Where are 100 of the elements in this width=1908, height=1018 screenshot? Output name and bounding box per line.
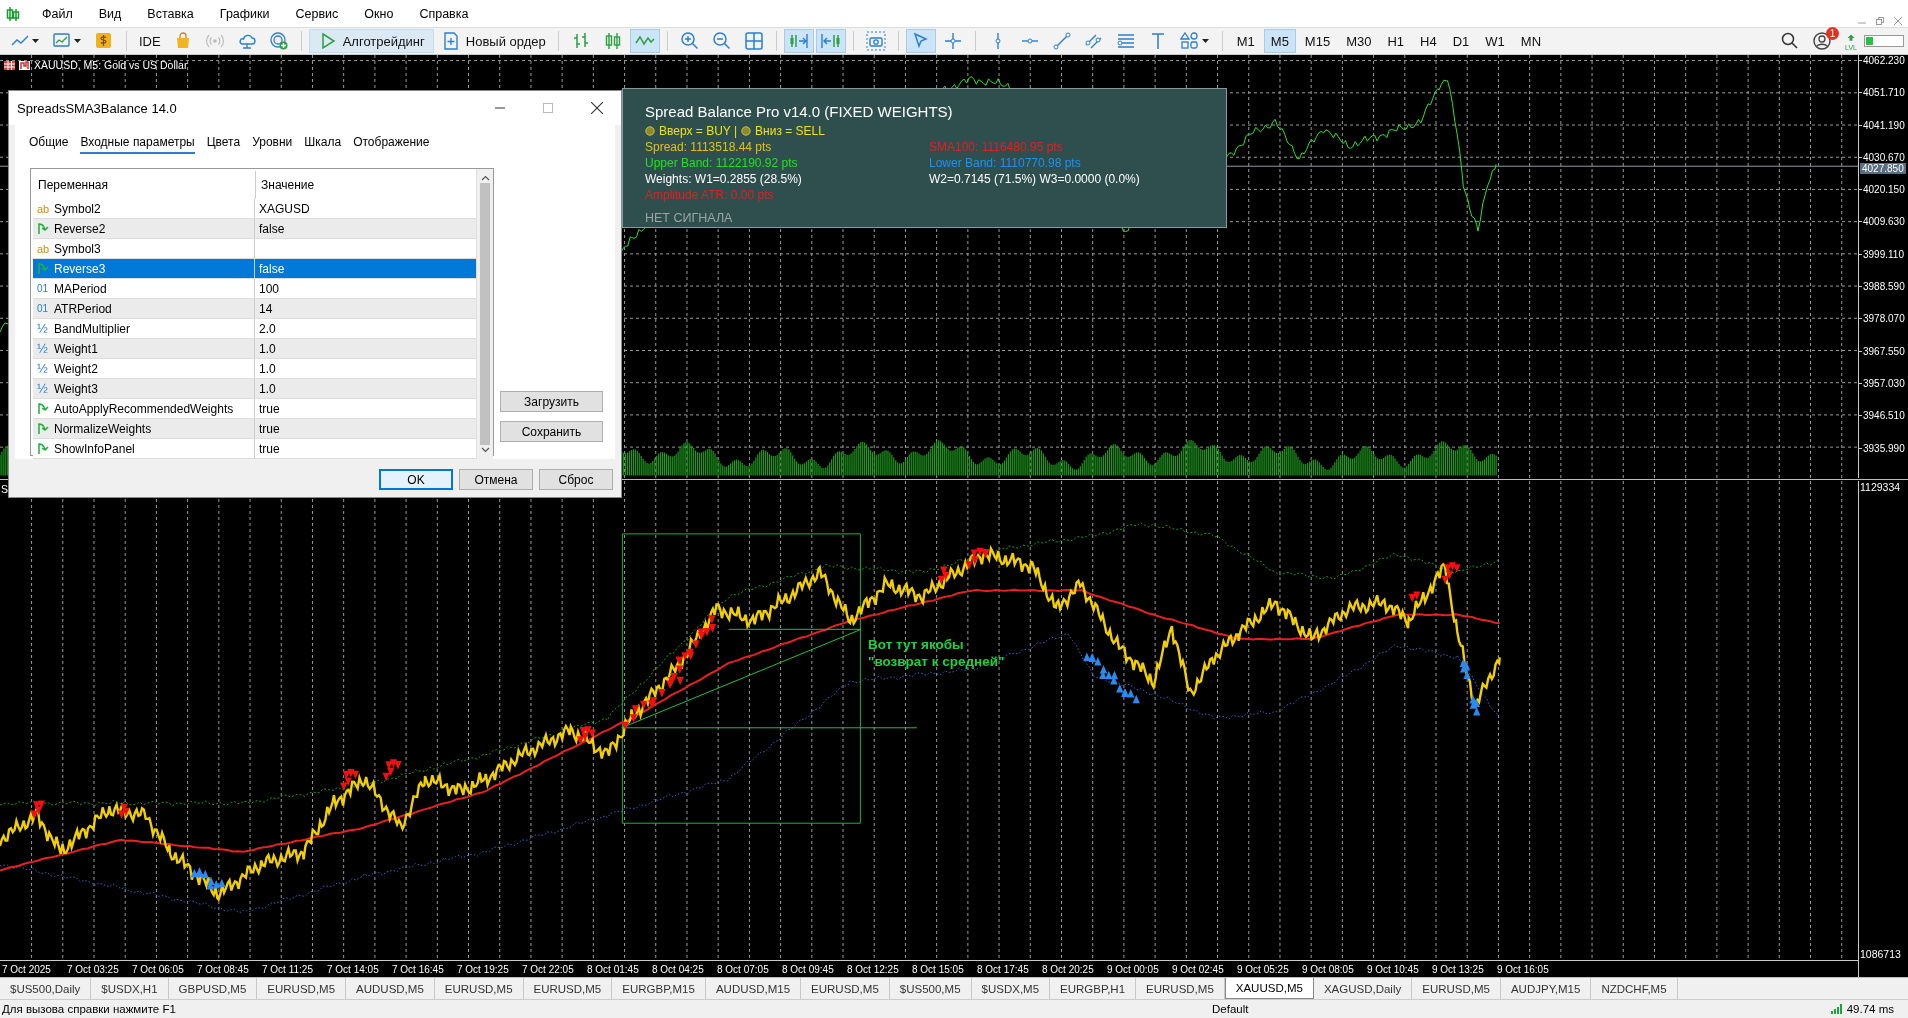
ping-time: 49.74 ms <box>1846 1003 1894 1015</box>
line-graph-icon[interactable] <box>629 29 660 53</box>
parameter-row[interactable]: ½ Weight3 1.0 <box>33 379 476 399</box>
app-logo-icon <box>6 5 20 22</box>
dialog-button[interactable]: Отмена <box>459 469 533 490</box>
parameter-row[interactable]: ab Symbol3 <box>33 239 476 259</box>
symbol-tab[interactable]: XAUUSD,M5 <box>1224 978 1314 999</box>
parameter-value[interactable]: 100 <box>255 281 476 296</box>
timeframe-button[interactable]: M30 <box>1339 29 1379 53</box>
dialog-title: SpreadsSMA3Balance 14.0 <box>17 100 178 116</box>
dialog-tab[interactable]: Входные параметры <box>80 134 195 154</box>
maximize-icon[interactable] <box>543 103 553 113</box>
chart-shift-icon[interactable] <box>815 29 846 53</box>
horizontal-line[interactable] <box>728 628 862 630</box>
scroll-down-icon[interactable] <box>480 447 490 453</box>
parameter-value[interactable]: XAGUSD <box>255 201 476 216</box>
menu-item[interactable]: Справка <box>411 4 479 23</box>
time-label: 9 Oct 10:45 <box>1366 963 1420 975</box>
dialog-tab[interactable]: Цвета <box>206 134 241 154</box>
price-label: 3935.990 <box>1863 442 1905 454</box>
dot-icon <box>741 126 752 136</box>
dialog-tab[interactable]: Уровни <box>252 134 293 154</box>
column-header[interactable]: Переменная <box>33 171 255 199</box>
menu-item[interactable]: Сервис <box>287 4 349 23</box>
menu-item[interactable]: Вид <box>90 4 132 23</box>
parameter-row[interactable]: NormalizeWeights true <box>33 419 476 439</box>
parameter-value[interactable]: true <box>255 441 476 456</box>
type-icon: 01 <box>37 283 50 294</box>
price-label: 3978.070 <box>1863 313 1905 325</box>
menu-item[interactable]: Окно <box>356 4 404 23</box>
parameter-row[interactable]: Reverse3 false <box>33 259 476 279</box>
panel-value: W2=0.7145 (71.5%) W3=0.0000 (0.0%) <box>929 172 1141 187</box>
timeframe-button[interactable]: H4 <box>1413 29 1444 53</box>
new-order-button[interactable]: Новый ордер <box>435 29 551 53</box>
restore-icon[interactable] <box>1876 16 1884 25</box>
parameter-value[interactable]: false <box>255 261 476 276</box>
timeframe-button[interactable]: M1 <box>1229 29 1262 53</box>
time-label: 9 Oct 08:05 <box>1301 963 1355 975</box>
indicator-scale-label: 1086713 <box>1860 948 1902 960</box>
dialog-tab[interactable]: Общие <box>29 134 69 154</box>
price-label: 3967.550 <box>1863 345 1905 357</box>
parameter-value[interactable]: false <box>255 221 476 236</box>
parameter-value[interactable]: true <box>255 421 476 436</box>
timeframe-button[interactable]: H1 <box>1380 29 1412 53</box>
parameter-value[interactable]: 1.0 <box>255 381 476 396</box>
parameter-row[interactable]: 01 MAPeriod 100 <box>33 279 476 299</box>
auto-scroll-icon[interactable] <box>783 29 814 53</box>
rectangle-shape[interactable] <box>621 533 861 824</box>
panel-value: Spread: 1113518.44 pts <box>645 140 773 155</box>
dialog-tab[interactable]: Шкала <box>304 134 342 154</box>
menu-item[interactable]: Файл <box>34 4 83 23</box>
menu-item[interactable]: Вставка <box>139 4 204 23</box>
dialog-button[interactable]: Сброс <box>539 469 613 490</box>
timeframe-button[interactable]: MN <box>1513 29 1549 53</box>
signal-bars-icon <box>1830 1004 1843 1014</box>
chart-title: XAUUSD, M5: Gold vs US Dollar <box>34 59 188 71</box>
time-label: 9 Oct 05:25 <box>1236 963 1290 975</box>
parameter-value[interactable]: true <box>255 401 476 416</box>
dialog-button[interactable]: OK <box>379 469 453 490</box>
horizontal-line[interactable] <box>621 727 918 729</box>
timeframe-button[interactable]: M15 <box>1297 29 1338 53</box>
time-label: 7 Oct 2025 <box>1 963 52 975</box>
parameter-value[interactable]: 1.0 <box>255 341 476 356</box>
time-label: 8 Oct 04:25 <box>651 963 705 975</box>
type-icon: ab <box>37 202 50 215</box>
boolean-arrow-icon <box>37 262 50 275</box>
parameter-row[interactable]: ab Symbol2 XAGUSD <box>33 199 476 219</box>
parameter-name: Reverse2 <box>54 221 106 236</box>
type-icon: ½ <box>37 361 50 376</box>
parameter-row[interactable]: ShowInfoPanel true <box>33 439 476 459</box>
parameter-row[interactable]: AutoApplyRecommendedWeights true <box>33 399 476 419</box>
dialog-tab[interactable]: Отображение <box>353 134 430 154</box>
chart-flag-icon[interactable] <box>19 60 30 70</box>
panel-value: SMA100: 1116480.95 pts <box>929 140 1064 155</box>
side-button[interactable]: Сохранить <box>500 421 603 442</box>
cursor-icon[interactable] <box>905 29 936 53</box>
close-icon[interactable] <box>591 102 603 114</box>
price-label: 3988.590 <box>1863 281 1905 293</box>
trend-line[interactable] <box>621 628 862 729</box>
timeframe-button[interactable]: M5 <box>1263 29 1296 53</box>
parameter-row[interactable]: 01 ATRPeriod 14 <box>33 299 476 319</box>
parameter-row[interactable]: ½ Weight1 1.0 <box>33 339 476 359</box>
ide-button[interactable]: IDE <box>134 29 166 53</box>
scrollbar-thumb[interactable] <box>480 183 490 445</box>
timeframe-button[interactable]: W1 <box>1478 29 1512 53</box>
timeframe-button[interactable]: D1 <box>1445 29 1477 53</box>
time-label: 7 Oct 22:05 <box>521 963 575 975</box>
parameter-value[interactable]: 1.0 <box>255 361 476 376</box>
parameter-value[interactable]: 14 <box>255 301 476 316</box>
menu-item[interactable]: Графики <box>211 4 280 23</box>
parameter-row[interactable]: Reverse2 false <box>33 219 476 239</box>
chart-grid-icon[interactable] <box>4 60 15 70</box>
parameter-row[interactable]: ½ Weight2 1.0 <box>33 359 476 379</box>
side-button[interactable]: Загрузить <box>500 391 603 412</box>
algo-trading-button[interactable]: Алготрейдинг <box>308 29 434 53</box>
scroll-up-icon[interactable] <box>480 175 490 181</box>
connection-bar-icon <box>1864 35 1904 47</box>
parameter-row[interactable]: ½ BandMultiplier 2.0 <box>33 319 476 339</box>
panel-value: Amplitude ATR: 0.00 pts <box>645 188 775 203</box>
parameter-value[interactable]: 2.0 <box>255 321 476 336</box>
